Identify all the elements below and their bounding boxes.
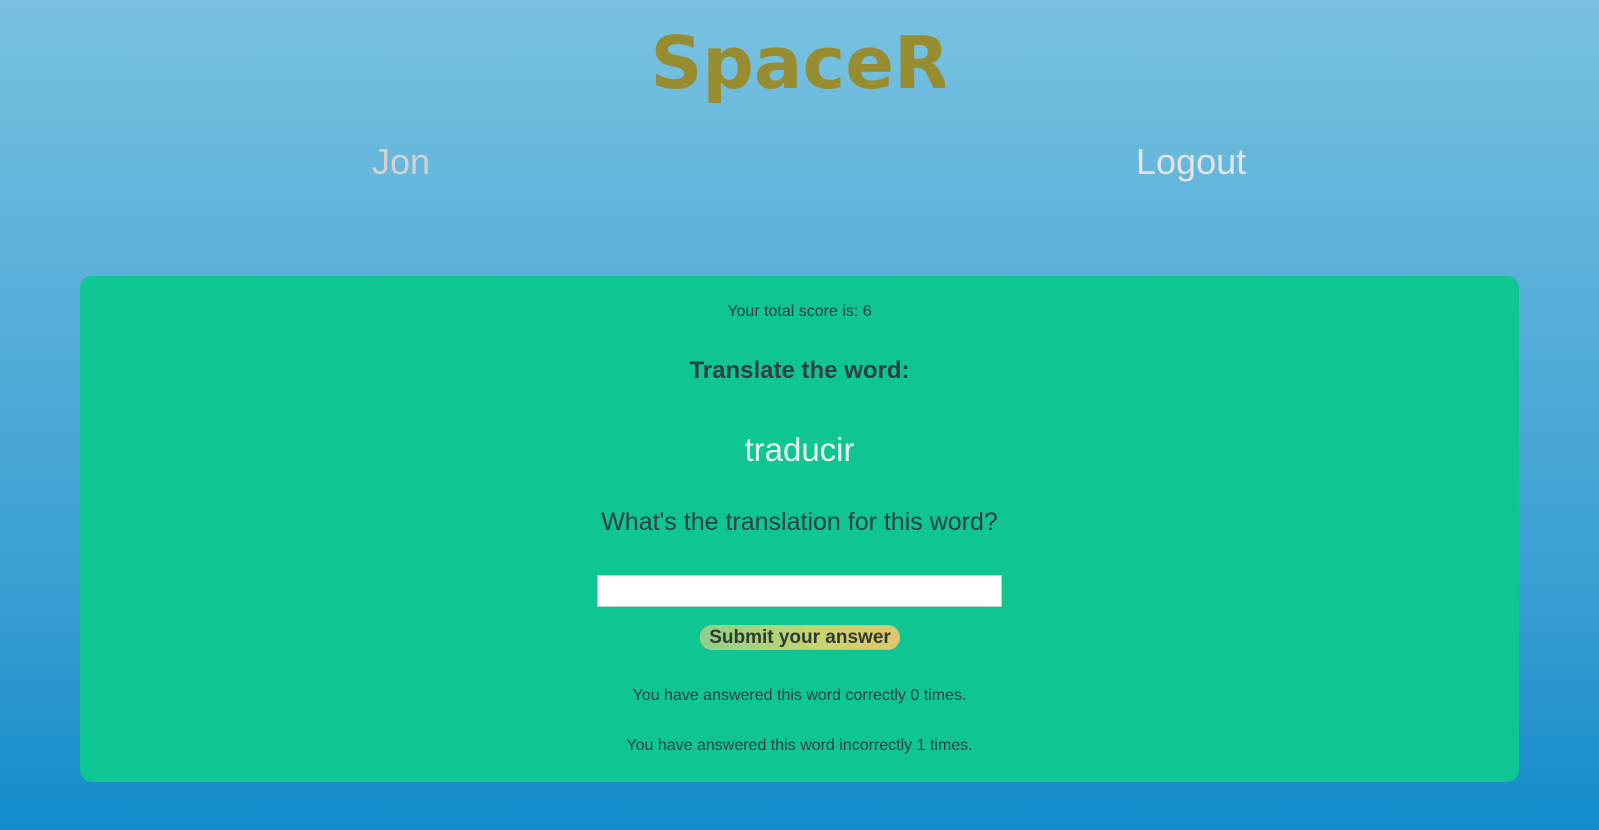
prompt-heading: Translate the word: bbox=[689, 357, 910, 384]
incorrect-count-text: You have answered this word incorrectly … bbox=[626, 737, 973, 754]
answer-input[interactable] bbox=[597, 575, 1002, 607]
translation-question: What's the translation for this word? bbox=[601, 508, 998, 536]
app-logo: SpaceR bbox=[0, 24, 1599, 112]
logo-wordmark: SpaceR bbox=[655, 24, 945, 104]
total-score: Your total score is: 6 bbox=[727, 303, 872, 320]
submit-answer-button[interactable]: Submit your answer bbox=[700, 625, 900, 650]
logout-link[interactable]: Logout bbox=[1136, 138, 1246, 186]
correct-count-text: You have answered this word correctly 0 … bbox=[632, 687, 967, 704]
logo-text: SpaceR bbox=[655, 24, 945, 104]
word-to-translate: traducir bbox=[744, 431, 855, 468]
user-name-link[interactable]: Jon bbox=[372, 138, 430, 186]
quiz-card: Your total score is: 6 Translate the wor… bbox=[80, 276, 1519, 782]
